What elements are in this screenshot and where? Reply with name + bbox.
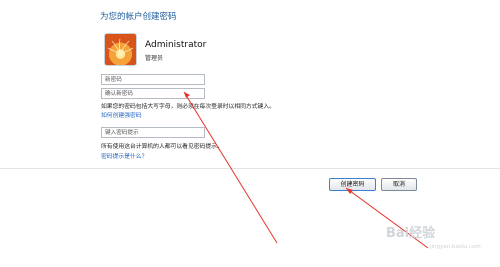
watermark-logo: Bai经验 [386,226,436,241]
annotation-arrowhead [184,92,190,98]
annotation-arrowhead [346,188,353,194]
annotation-arrow-line [183,91,278,244]
watermark-url: jingyan.baidu.com [430,244,481,250]
